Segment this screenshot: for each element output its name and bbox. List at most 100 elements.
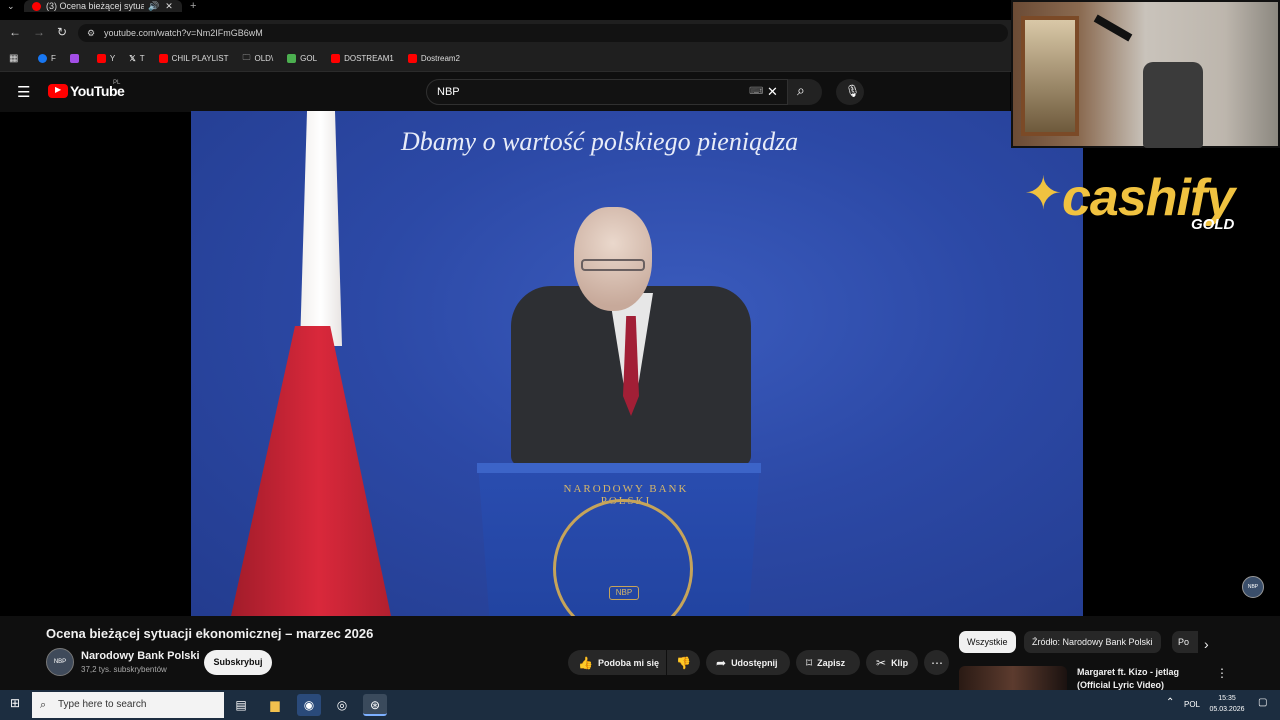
share-icon: ➦ — [716, 655, 727, 670]
bookmark-gol[interactable]: GOL — [287, 54, 317, 63]
search-input[interactable]: NBP ⌨ ✕ — [426, 79, 788, 105]
bookmark-old[interactable]: 🗀 OLD\ — [243, 52, 274, 66]
task-view-icon[interactable]: ▤ — [229, 694, 253, 716]
chip-source[interactable]: Źródło: Narodowy Bank Polski — [1024, 631, 1161, 653]
lectern-top — [477, 463, 761, 473]
tab-close-icon[interactable]: ✕ — [165, 1, 173, 12]
search-icon: ⌕ — [40, 699, 47, 711]
channel-avatar[interactable]: NBP — [46, 648, 74, 676]
youtube-icon — [407, 54, 417, 63]
bookmark-icon: ⌑ — [806, 655, 813, 670]
back-icon[interactable]: ← — [9, 25, 21, 39]
share-label: Udostępnij — [731, 657, 778, 668]
save-label: Zapisz — [817, 657, 846, 668]
subscriber-count: 37,2 tys. subskrybentów — [81, 665, 167, 674]
url-text: youtube.com/watch?v=Nm2IFmGB6wM — [104, 28, 263, 38]
video-title: Ocena bieżącej sytuacji ekonomicznej – m… — [46, 626, 374, 641]
thumbs-down-icon: 👎 — [676, 655, 691, 670]
share-button[interactable]: ➦ Udostępnij — [706, 650, 790, 675]
youtube-icon — [96, 54, 106, 63]
notification-icon[interactable]: ▢ — [1258, 697, 1267, 708]
clock-time: 15:35 — [1218, 695, 1236, 702]
chip-all[interactable]: Wszystkie — [959, 631, 1016, 653]
tray-chevron-up-icon[interactable]: ⌃ — [1166, 697, 1174, 708]
youtube-icon — [331, 54, 341, 63]
more-vertical-icon[interactable]: ⋮ — [1216, 666, 1228, 680]
clear-search-icon[interactable]: ✕ — [767, 80, 778, 104]
microphone-icon: 🎙 — [845, 84, 861, 98]
site-info-icon[interactable]: ⚙ — [87, 24, 95, 42]
cashify-gold-label: GOLD — [1191, 216, 1235, 233]
tab-search-icon[interactable]: ⌄ — [7, 1, 15, 12]
taskbar-search-input[interactable]: ⌕ Type here to search — [32, 692, 224, 718]
search-button[interactable]: ⌕ — [788, 79, 822, 105]
webcam-chair — [1143, 62, 1203, 148]
dislike-button[interactable]: 👎 — [667, 650, 700, 675]
menu-icon[interactable]: ☰ — [17, 83, 30, 101]
bookmark-purple[interactable] — [69, 54, 83, 63]
video-player[interactable]: Dbamy o wartość polskiego pieniądza NARO… — [191, 111, 1083, 616]
youtube-favicon-icon — [32, 1, 41, 11]
bookmark-dostream2[interactable]: Dostream2 — [407, 54, 460, 63]
x-icon: 𝕏 — [129, 54, 136, 63]
speaker-icon[interactable]: 🔊 — [148, 1, 159, 12]
gol-icon — [287, 54, 297, 63]
chrome-icon[interactable]: ◎ — [330, 694, 354, 716]
like-label: Podoba mi się — [597, 657, 659, 668]
file-explorer-icon[interactable]: ▆ — [263, 694, 287, 716]
browser-tab[interactable]: (3) Ocena bieżącej sytuacji 🔊 ✕ — [24, 0, 182, 12]
twitch-icon — [69, 54, 79, 63]
flag-red-stripe — [231, 326, 391, 616]
save-button[interactable]: ⌑ Zapisz — [796, 650, 860, 675]
thumbs-up-icon: 👍 — [578, 655, 593, 670]
discord-icon[interactable]: ◉ — [297, 694, 321, 716]
apps-grid-icon[interactable]: ▦ — [9, 53, 18, 64]
speaker-glasses — [581, 259, 645, 271]
windows-start-icon[interactable]: ⊞ — [4, 696, 26, 714]
scissors-icon: ✂ — [876, 655, 887, 670]
video-slogan: Dbamy o wartość polskiego pieniądza — [401, 127, 799, 156]
reload-icon[interactable]: ↻ — [57, 25, 67, 39]
sparkle-icon: ✦ — [1024, 167, 1063, 219]
bookmark-f[interactable]: F — [38, 54, 56, 63]
tab-title: (3) Ocena bieżącej sytuacji — [46, 1, 144, 11]
subscribe-button[interactable]: Subskrybuj — [204, 650, 272, 675]
webcam-overlay — [1011, 0, 1280, 148]
play-glyph-icon: ▶ — [55, 85, 62, 94]
webcam-mic-arm — [1093, 14, 1133, 42]
flag-white-stripe — [300, 111, 342, 346]
search-value: NBP — [437, 86, 460, 98]
recommended-thumbnail[interactable] — [959, 666, 1067, 690]
channel-name[interactable]: Narodowy Bank Polski — [81, 650, 200, 662]
clock[interactable]: 15:35 05.03.2026 — [1206, 693, 1248, 715]
clip-button[interactable]: ✂ Klip — [866, 650, 918, 675]
bookmark-y[interactable]: Y — [96, 54, 115, 63]
voice-search-button[interactable]: 🎙 — [836, 79, 864, 105]
facebook-icon — [38, 54, 47, 63]
clock-date: 05.03.2026 — [1209, 706, 1245, 713]
chevron-right-icon[interactable]: › — [1204, 636, 1209, 652]
folder-icon: 🗀 — [242, 52, 251, 62]
keyboard-icon[interactable]: ⌨ — [749, 80, 763, 104]
bookmark-t[interactable]: 𝕏T — [129, 54, 144, 63]
like-button[interactable]: 👍 Podoba mi się — [568, 650, 666, 675]
more-actions-button[interactable]: ⋯ — [924, 650, 949, 675]
more-horizontal-icon: ⋯ — [931, 655, 943, 670]
chip-partial[interactable]: Po — [1172, 631, 1198, 653]
new-tab-button[interactable]: + — [190, 0, 196, 12]
region-code: PL — [113, 80, 121, 86]
obs-icon[interactable]: ⊛ — [363, 694, 387, 716]
language-indicator[interactable]: POL — [1184, 700, 1200, 709]
search-icon: ⌕ — [797, 82, 805, 98]
seal-label: NBP — [609, 586, 639, 600]
bookmark-dostream1[interactable]: DOSTREAM1 — [331, 54, 394, 63]
taskbar-search-placeholder: Type here to search — [58, 699, 147, 710]
recommended-title[interactable]: Margaret ft. Kizo - jetlag (Official Lyr… — [1077, 666, 1207, 692]
bookmark-chil-playlist[interactable]: CHIL PLAYLIST — [158, 54, 229, 63]
address-bar[interactable]: ⚙ youtube.com/watch?v=Nm2IFmGB6wM — [78, 24, 1008, 42]
clip-label: Klip — [891, 657, 909, 668]
webcam-door — [1021, 16, 1079, 136]
forward-icon[interactable]: → — [33, 25, 45, 39]
channel-watermark[interactable]: NBP — [1242, 576, 1264, 598]
youtube-icon — [158, 54, 168, 63]
